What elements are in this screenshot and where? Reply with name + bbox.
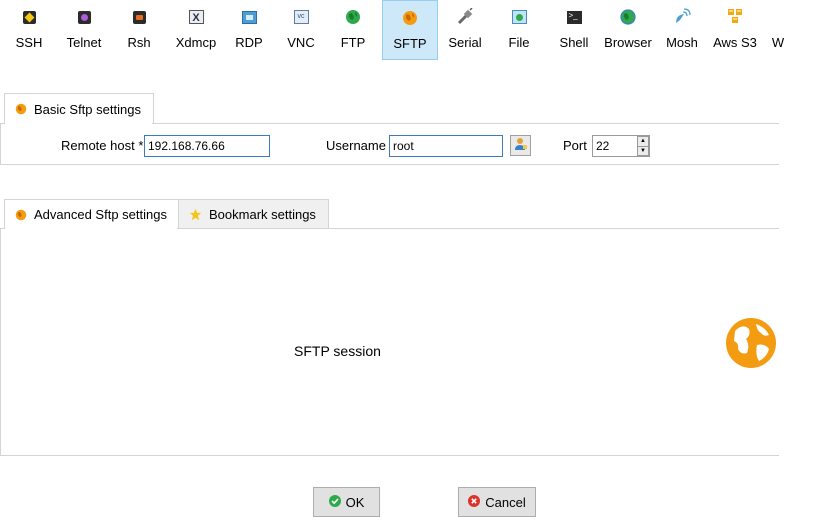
remote-host-label: Remote host * xyxy=(61,138,144,153)
username-label: Username xyxy=(326,138,386,153)
session-type-text: SFTP session xyxy=(294,343,381,359)
remote-host-input[interactable] xyxy=(144,135,270,157)
select-user-button[interactable] xyxy=(510,135,531,156)
toolbar-label: VNC xyxy=(287,35,315,50)
rsh-icon xyxy=(130,8,148,26)
ftp-globe-icon xyxy=(344,8,362,26)
advanced-settings-panel: SFTP session xyxy=(0,228,779,456)
toolbar-item-sftp[interactable]: SFTP xyxy=(382,0,438,60)
toolbar-label: SSH xyxy=(15,35,43,50)
username-input[interactable] xyxy=(389,135,503,157)
sftp-large-globe-icon xyxy=(725,317,777,372)
sftp-globe-icon xyxy=(15,209,27,221)
rdp-icon xyxy=(240,8,258,26)
xdmcp-icon: X xyxy=(187,8,205,26)
session-type-toolbar: SSH Telnet Rsh X Xdmcp RDP vc VNC FTP SF… xyxy=(0,0,823,60)
tab-basic-sftp-settings[interactable]: Basic Sftp settings xyxy=(4,93,154,124)
toolbar-item-serial[interactable]: Serial xyxy=(444,0,486,60)
cancel-label: Cancel xyxy=(485,494,526,510)
toolbar-item-vnc[interactable]: vc VNC xyxy=(282,0,320,60)
toolbar-label: RDP xyxy=(235,35,263,50)
toolbar-item-ftp[interactable]: FTP xyxy=(336,0,370,60)
stepper-down-icon[interactable]: ▼ xyxy=(638,145,648,156)
toolbar-item-telnet[interactable]: Telnet xyxy=(62,0,106,60)
toolbar-item-rdp[interactable]: RDP xyxy=(230,0,268,60)
toolbar-label: Aws S3 xyxy=(713,35,757,50)
telnet-icon xyxy=(75,8,93,26)
toolbar-item-mosh[interactable]: Mosh xyxy=(662,0,702,60)
toolbar-item-file[interactable]: File xyxy=(502,0,536,60)
ok-label: OK xyxy=(345,494,365,510)
tab-label: Basic Sftp settings xyxy=(34,101,141,117)
toolbar-label: Mosh xyxy=(666,35,698,50)
toolbar-item-xdmcp[interactable]: X Xdmcp xyxy=(168,0,224,60)
port-stepper[interactable]: ▲ ▼ xyxy=(637,136,649,156)
cancel-button[interactable]: Cancel xyxy=(458,487,536,517)
toolbar-label: W xyxy=(772,35,784,50)
file-icon xyxy=(510,8,528,26)
toolbar-item-ssh[interactable]: SSH xyxy=(12,0,46,60)
star-icon xyxy=(189,208,202,221)
stepper-up-icon[interactable]: ▲ xyxy=(638,137,648,146)
aws-cubes-icon xyxy=(726,8,744,26)
toolbar-label: Shell xyxy=(559,35,589,50)
serial-plug-icon xyxy=(456,8,474,26)
tab-bookmark-settings[interactable]: Bookmark settings xyxy=(178,199,329,229)
port-label: Port xyxy=(563,138,587,153)
toolbar-label: SFTP xyxy=(393,36,427,51)
toolbar-label: Serial xyxy=(448,35,482,50)
tab-label: Advanced Sftp settings xyxy=(34,207,167,222)
toolbar-label: Telnet xyxy=(66,35,102,50)
toolbar-item-browser[interactable]: Browser xyxy=(600,0,656,60)
toolbar-item-w-cut[interactable]: W xyxy=(772,0,784,60)
terminal-icon: >_ xyxy=(565,8,583,26)
sftp-globe-icon xyxy=(15,103,27,115)
toolbar-label: Rsh xyxy=(127,35,151,50)
toolbar-label: File xyxy=(508,35,530,50)
cancel-x-icon xyxy=(468,494,481,510)
tab-label: Bookmark settings xyxy=(209,207,316,222)
toolbar-item-rsh[interactable]: Rsh xyxy=(122,0,156,60)
check-icon xyxy=(328,494,341,510)
vnc-icon: vc xyxy=(292,8,310,26)
toolbar-label: Browser xyxy=(604,35,652,50)
toolbar-label: FTP xyxy=(340,35,366,50)
user-icon xyxy=(514,137,528,154)
toolbar-label: Xdmcp xyxy=(175,35,217,50)
ok-button[interactable]: OK xyxy=(313,487,380,517)
toolbar-item-shell[interactable]: >_ Shell xyxy=(555,0,593,60)
tab-advanced-sftp-settings[interactable]: Advanced Sftp settings xyxy=(4,199,180,229)
sftp-globe-icon xyxy=(401,9,419,27)
browser-globe-icon xyxy=(619,8,637,26)
key-icon xyxy=(20,8,38,26)
satellite-icon xyxy=(673,8,691,26)
toolbar-item-aws-s3[interactable]: Aws S3 xyxy=(710,0,760,60)
